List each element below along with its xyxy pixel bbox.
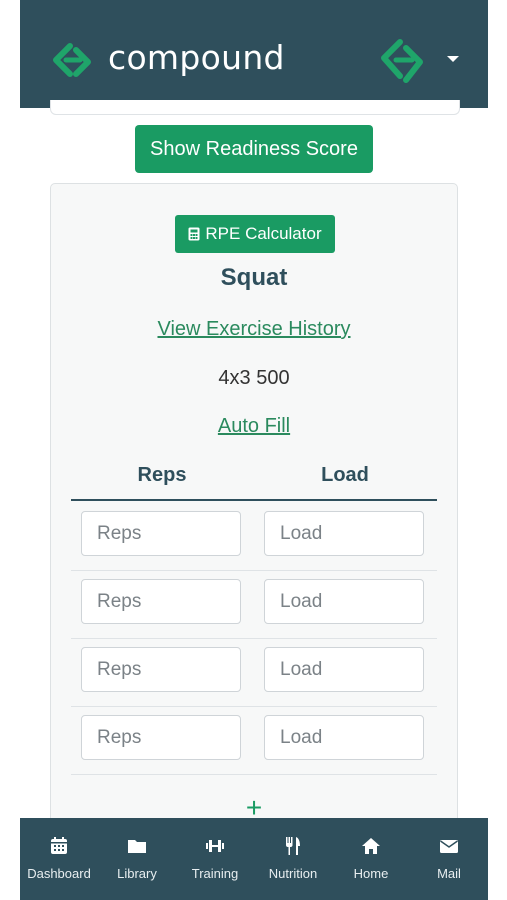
reps-input-4[interactable] (81, 715, 241, 760)
nav-item-dashboard[interactable]: Dashboard (27, 818, 91, 881)
bottom-navigation: Dashboard Library Training Nutrition Hom… (20, 818, 488, 900)
rpe-calculator-button[interactable]: RPE Calculator (175, 215, 335, 253)
set-row-1 (71, 502, 437, 571)
dumbbell-icon (206, 840, 224, 852)
load-input-2[interactable] (264, 579, 424, 624)
top-header: compound (20, 0, 488, 108)
set-row-4 (71, 706, 437, 775)
previous-card-edge (50, 100, 460, 115)
load-input-1[interactable] (264, 511, 424, 556)
calendar-icon (51, 837, 67, 854)
utensils-icon (286, 837, 300, 855)
nav-item-training[interactable]: Training (184, 818, 246, 881)
load-input-4[interactable] (264, 715, 424, 760)
reps-input-3[interactable] (81, 647, 241, 692)
exercise-card: RPE Calculator Squat View Exercise Histo… (50, 183, 458, 900)
nav-item-library[interactable]: Library (106, 818, 168, 881)
view-exercise-history-link[interactable]: View Exercise History (51, 318, 457, 341)
nav-item-mail[interactable]: Mail (418, 818, 480, 881)
compound-logo-icon[interactable] (48, 40, 98, 84)
profile-logo-icon[interactable] (376, 36, 430, 88)
auto-fill-link[interactable]: Auto Fill (51, 415, 457, 438)
calculator-icon (188, 227, 200, 241)
reps-input-2[interactable] (81, 579, 241, 624)
nav-item-home[interactable]: Home (340, 818, 402, 881)
home-icon (362, 838, 380, 854)
load-column-header: Load (321, 464, 369, 486)
nav-label-home: Home (353, 866, 389, 881)
nav-label-training: Training (191, 866, 239, 881)
reps-input-1[interactable] (81, 511, 241, 556)
exercise-title: Squat (220, 264, 288, 291)
nav-item-nutrition[interactable]: Nutrition (262, 818, 324, 881)
folder-icon (128, 840, 146, 853)
set-row-2 (71, 570, 437, 639)
dropdown-caret-icon[interactable] (447, 56, 459, 62)
mail-icon (440, 840, 458, 853)
set-row-3 (71, 638, 437, 707)
table-header-divider (71, 499, 437, 501)
nav-label-library: Library (117, 866, 157, 881)
rpe-calculator-label: RPE Calculator (205, 224, 322, 243)
app-screen: compound Show Readiness Score RPE Calcul… (20, 0, 488, 900)
set-prescription: 4x3 500 (218, 367, 290, 389)
reps-column-header: Reps (137, 464, 187, 486)
brand-name: compound (108, 38, 285, 77)
load-input-3[interactable] (264, 647, 424, 692)
nav-label-mail: Mail (437, 866, 461, 881)
nav-label-nutrition: Nutrition (268, 866, 318, 881)
show-readiness-score-button[interactable]: Show Readiness Score (135, 125, 373, 173)
nav-label-dashboard: Dashboard (27, 866, 91, 881)
